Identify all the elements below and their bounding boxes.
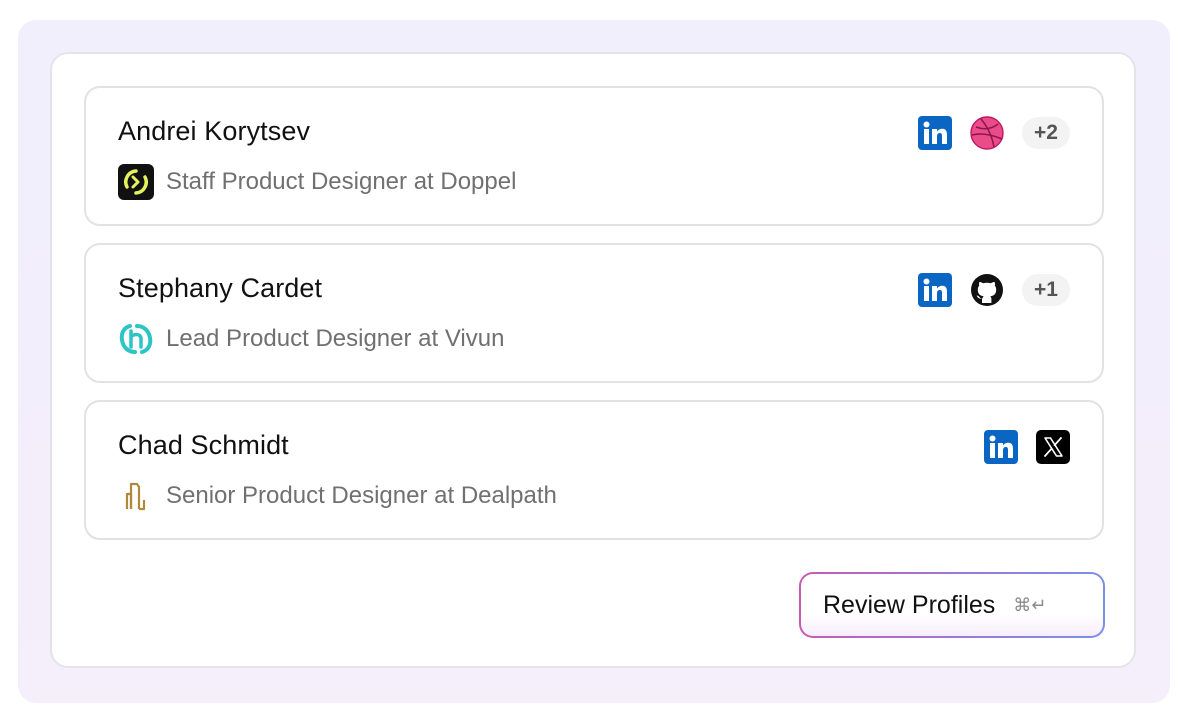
profile-role: Staff Product Designer at Doppel — [118, 164, 516, 200]
profile-card[interactable]: Andrei Korytsev Staff Product Designer a… — [84, 86, 1104, 226]
profile-name: Chad Schmidt — [118, 430, 289, 460]
review-profiles-button-inner[interactable]: Review Profiles ⌘↵ — [801, 574, 1103, 636]
social-links — [984, 430, 1070, 464]
linkedin-icon[interactable] — [918, 116, 952, 150]
profile-card[interactable]: Chad Schmidt Senior Product Designer at … — [84, 400, 1104, 540]
linkedin-icon[interactable] — [918, 273, 952, 307]
vivun-logo-icon — [118, 321, 154, 357]
x-icon[interactable] — [1036, 430, 1070, 464]
profile-role-text: Staff Product Designer at Doppel — [166, 168, 517, 195]
profile-name: Stephany Cardet — [118, 273, 323, 303]
dealpath-logo-icon — [118, 478, 154, 514]
profile-role: Senior Product Designer at Dealpath — [118, 478, 557, 514]
profile-card[interactable]: Stephany Cardet Lead Product Designer at… — [84, 243, 1104, 383]
dribbble-icon[interactable] — [970, 116, 1004, 150]
review-profiles-button[interactable]: Review Profiles ⌘↵ — [799, 572, 1105, 638]
profile-role-text: Lead Product Designer at Vivun — [166, 325, 505, 352]
profile-role: Lead Product Designer at Vivun — [118, 321, 504, 357]
github-icon[interactable] — [970, 273, 1004, 307]
social-links: +1 — [918, 273, 1070, 307]
profile-name: Andrei Korytsev — [118, 116, 311, 146]
linkedin-icon[interactable] — [984, 430, 1018, 464]
social-links: +2 — [918, 116, 1070, 150]
more-socials-badge[interactable]: +1 — [1022, 274, 1070, 306]
review-profiles-label: Review Profiles — [823, 590, 996, 619]
more-socials-badge[interactable]: +2 — [1022, 117, 1070, 149]
profile-role-text: Senior Product Designer at Dealpath — [166, 482, 557, 509]
keyboard-shortcut-hint: ⌘↵ — [1013, 594, 1047, 616]
doppel-logo-icon — [118, 164, 154, 200]
